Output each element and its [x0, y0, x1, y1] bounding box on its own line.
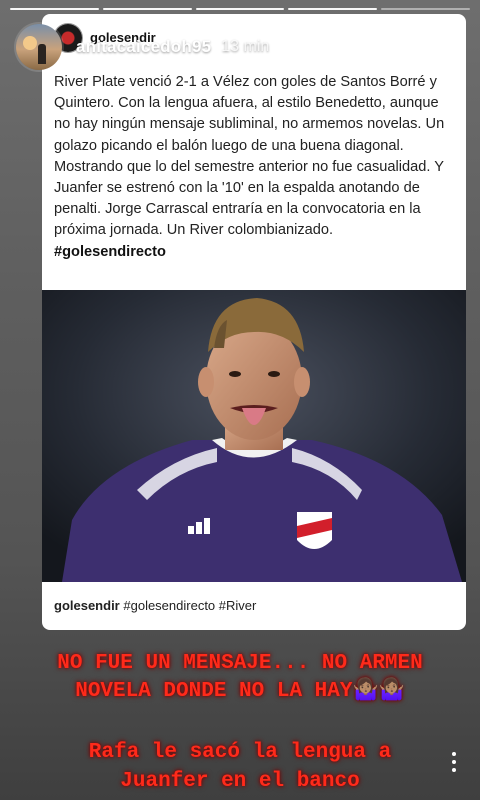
story-text-overlay-2: Rafa le sacó la lengua a Juanfer en el b…: [88, 741, 392, 793]
story-text-overlay-1: NO FUE UN MENSAJE... NO ARMEN NOVELA DON…: [57, 652, 423, 703]
progress-segment: [195, 8, 285, 10]
progress-segment: [381, 8, 470, 10]
photo-caption-tags[interactable]: #golesendirecto #River: [123, 598, 256, 613]
progress-segment: [10, 8, 99, 10]
post-hashtag[interactable]: #golesendirecto: [54, 242, 458, 263]
story-user-avatar[interactable]: [16, 24, 62, 70]
shared-post-card[interactable]: golesendir River Plate venció 2-1 a Véle…: [42, 14, 466, 630]
more-vertical-icon[interactable]: [452, 752, 456, 772]
progress-segment: [102, 8, 192, 10]
story-timestamp: 13 min: [221, 38, 270, 55]
story-username[interactable]: anitacaicedoh95: [76, 37, 211, 57]
player-photo: [42, 290, 466, 582]
photo-caption-user[interactable]: golesendir: [54, 598, 120, 613]
post-photo[interactable]: [42, 290, 466, 582]
story-progress-bar: [10, 8, 470, 10]
photo-caption: golesendir #golesendirecto #River: [54, 598, 256, 613]
progress-segment: [288, 8, 378, 10]
post-caption-text: River Plate venció 2-1 a Vélez con goles…: [54, 74, 445, 239]
post-caption: River Plate venció 2-1 a Vélez con goles…: [54, 72, 458, 263]
story-header: anitacaicedoh95 13 min: [16, 24, 269, 70]
